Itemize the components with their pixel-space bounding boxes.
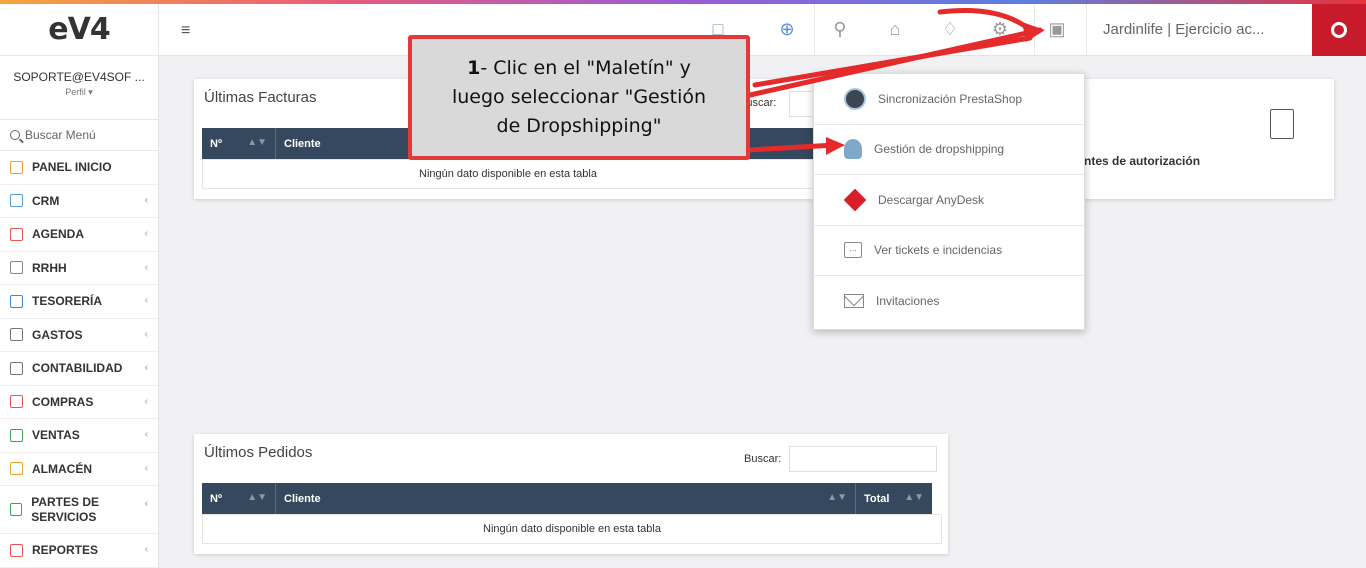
arrow-to-dropshipping xyxy=(745,142,838,153)
callout-step-number: 1 xyxy=(467,57,481,79)
arrowhead-dropshipping xyxy=(826,137,845,155)
callout-line-1: - Clic en el "Maletín" y xyxy=(480,57,691,79)
callout-line-3: de Dropshipping" xyxy=(496,115,662,137)
arrowhead-briefcase xyxy=(1022,22,1045,42)
instruction-callout: 1- Clic en el "Maletín" y luego seleccio… xyxy=(408,35,750,160)
callout-line-2: luego seleccionar "Gestión xyxy=(451,86,707,108)
